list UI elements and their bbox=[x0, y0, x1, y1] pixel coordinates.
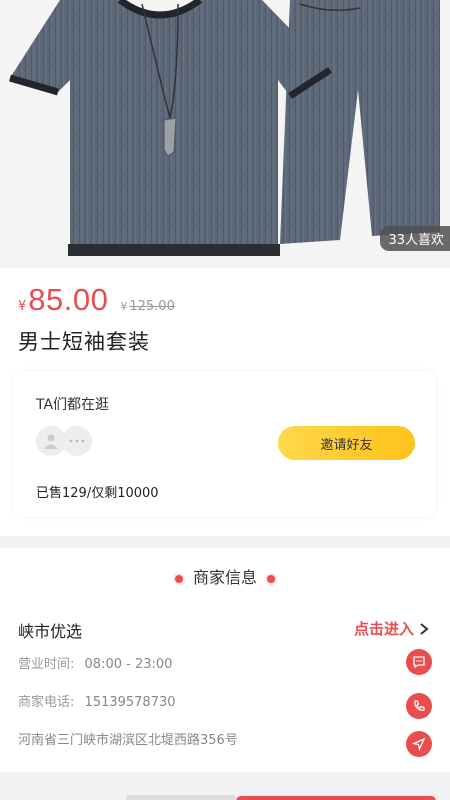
social-card: TA们都在逛 邀请好友 已售129/仅剩10000 bbox=[14, 372, 436, 516]
merchant-phone-label: 商家电话: bbox=[18, 695, 75, 710]
merchant-section: 商家信息 峡市优选 点击进入 营业时间: 08:00 - 23:00 商家电话:… bbox=[0, 548, 450, 772]
invite-friends-button[interactable]: 邀请好友 bbox=[278, 426, 415, 460]
chat-icon[interactable] bbox=[406, 649, 432, 675]
header-dot-right bbox=[267, 574, 275, 583]
business-hours-label: 营业时间: bbox=[18, 657, 75, 672]
enter-store-button[interactable]: 点击进入 bbox=[354, 618, 430, 639]
social-section: TA们都在逛 邀请好友 已售129/仅剩10000 bbox=[0, 368, 450, 536]
merchant-section-title: 商家信息 bbox=[192, 568, 257, 587]
product-image[interactable]: 33人喜欢 bbox=[0, 0, 450, 268]
bottom-bar-left bbox=[126, 795, 236, 800]
business-hours: 营业时间: 08:00 - 23:00 bbox=[18, 653, 172, 672]
sold-stock-text: 已售129/仅剩10000 bbox=[36, 486, 159, 501]
header-dot-left bbox=[174, 574, 183, 583]
likes-badge: 33人喜欢 bbox=[380, 226, 450, 251]
original-price-currency: ¥ bbox=[120, 300, 128, 313]
merchant-address: 河南省三门峡市湖滨区北堤西路356号 bbox=[18, 733, 238, 748]
merchant-phone: 商家电话: 15139578730 bbox=[18, 691, 176, 710]
original-price: 125.00 bbox=[129, 299, 175, 314]
more-dots-icon bbox=[62, 426, 92, 456]
chevron-right-icon bbox=[420, 622, 429, 635]
price-row: ¥ 85.00 ¥ 125.00 bbox=[18, 282, 175, 318]
social-heading: TA们都在逛 bbox=[36, 397, 110, 413]
price-currency: ¥ bbox=[18, 299, 27, 314]
current-price: 85.00 bbox=[28, 282, 109, 317]
merchant-name: 峡市优选 bbox=[18, 622, 83, 641]
merchant-section-header: 商家信息 bbox=[0, 564, 450, 588]
phone-icon[interactable] bbox=[406, 693, 432, 719]
product-info: ¥ 85.00 ¥ 125.00 男士短袖套装 bbox=[0, 268, 450, 368]
product-title: 男士短袖套装 bbox=[18, 330, 150, 354]
enter-store-label: 点击进入 bbox=[353, 620, 414, 638]
navigation-icon[interactable] bbox=[406, 731, 432, 757]
merchant-phone-value: 15139578730 bbox=[84, 695, 176, 710]
business-hours-value: 08:00 - 23:00 bbox=[84, 657, 173, 672]
bottom-action-button[interactable] bbox=[236, 796, 436, 800]
